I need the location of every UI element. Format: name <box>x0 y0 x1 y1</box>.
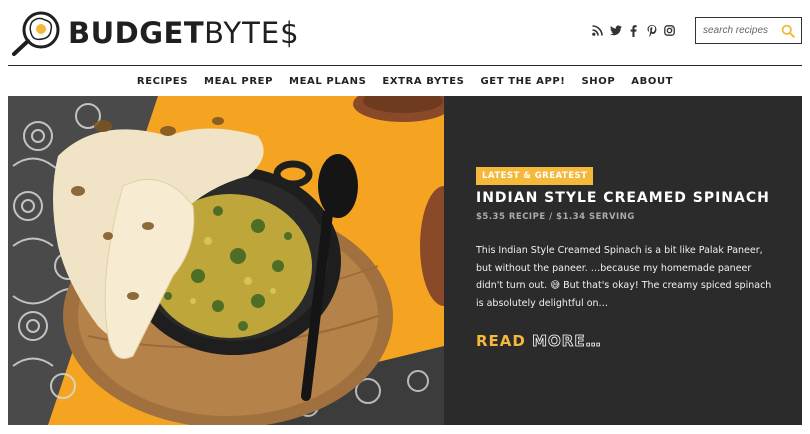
nav-recipes[interactable]: RECIPES <box>137 76 188 87</box>
nav-meal-prep[interactable]: MEAL PREP <box>204 76 273 87</box>
main-nav: RECIPES MEAL PREP MEAL PLANS EXTRA BYTES… <box>0 66 810 96</box>
social-links <box>591 24 676 37</box>
site-logo[interactable]: BUDGETBYTE$ <box>8 8 300 58</box>
featured-recipe: LATEST & GREATEST INDIAN STYLE CREAMED S… <box>8 96 802 425</box>
search-input[interactable] <box>703 25 779 36</box>
nav-extra-bytes[interactable]: EXTRA BYTES <box>382 76 464 87</box>
nav-about[interactable]: ABOUT <box>631 76 673 87</box>
recipe-cost: $5.35 RECIPE / $1.34 SERVING <box>476 212 635 222</box>
nav-get-the-app[interactable]: GET THE APP! <box>480 76 565 87</box>
read-more-link[interactable]: READ MORE… <box>476 332 602 351</box>
search-box <box>695 17 802 44</box>
rss-icon[interactable] <box>591 24 604 37</box>
latest-badge[interactable]: LATEST & GREATEST <box>476 167 594 185</box>
facebook-icon[interactable] <box>627 24 640 37</box>
read-more-word-1: READ <box>476 332 526 350</box>
pinterest-icon[interactable] <box>645 24 658 37</box>
nav-shop[interactable]: SHOP <box>581 76 615 87</box>
logo-wordmark: BUDGETBYTE$ <box>68 15 300 50</box>
recipe-excerpt: This Indian Style Creamed Spinach is a b… <box>476 245 772 309</box>
nav-meal-plans[interactable]: MEAL PLANS <box>289 76 366 87</box>
featured-recipe-image[interactable] <box>8 96 444 425</box>
twitter-icon[interactable] <box>609 24 622 37</box>
recipe-title[interactable]: INDIAN STYLE CREAMED SPINACH <box>476 190 770 206</box>
search-icon[interactable] <box>781 24 795 38</box>
frying-pan-egg-icon <box>8 8 64 58</box>
featured-recipe-panel: LATEST & GREATEST INDIAN STYLE CREAMED S… <box>444 96 802 425</box>
read-more-word-2: MORE… <box>532 332 602 351</box>
instagram-icon[interactable] <box>663 24 676 37</box>
site-header: BUDGETBYTE$ <box>0 0 810 64</box>
